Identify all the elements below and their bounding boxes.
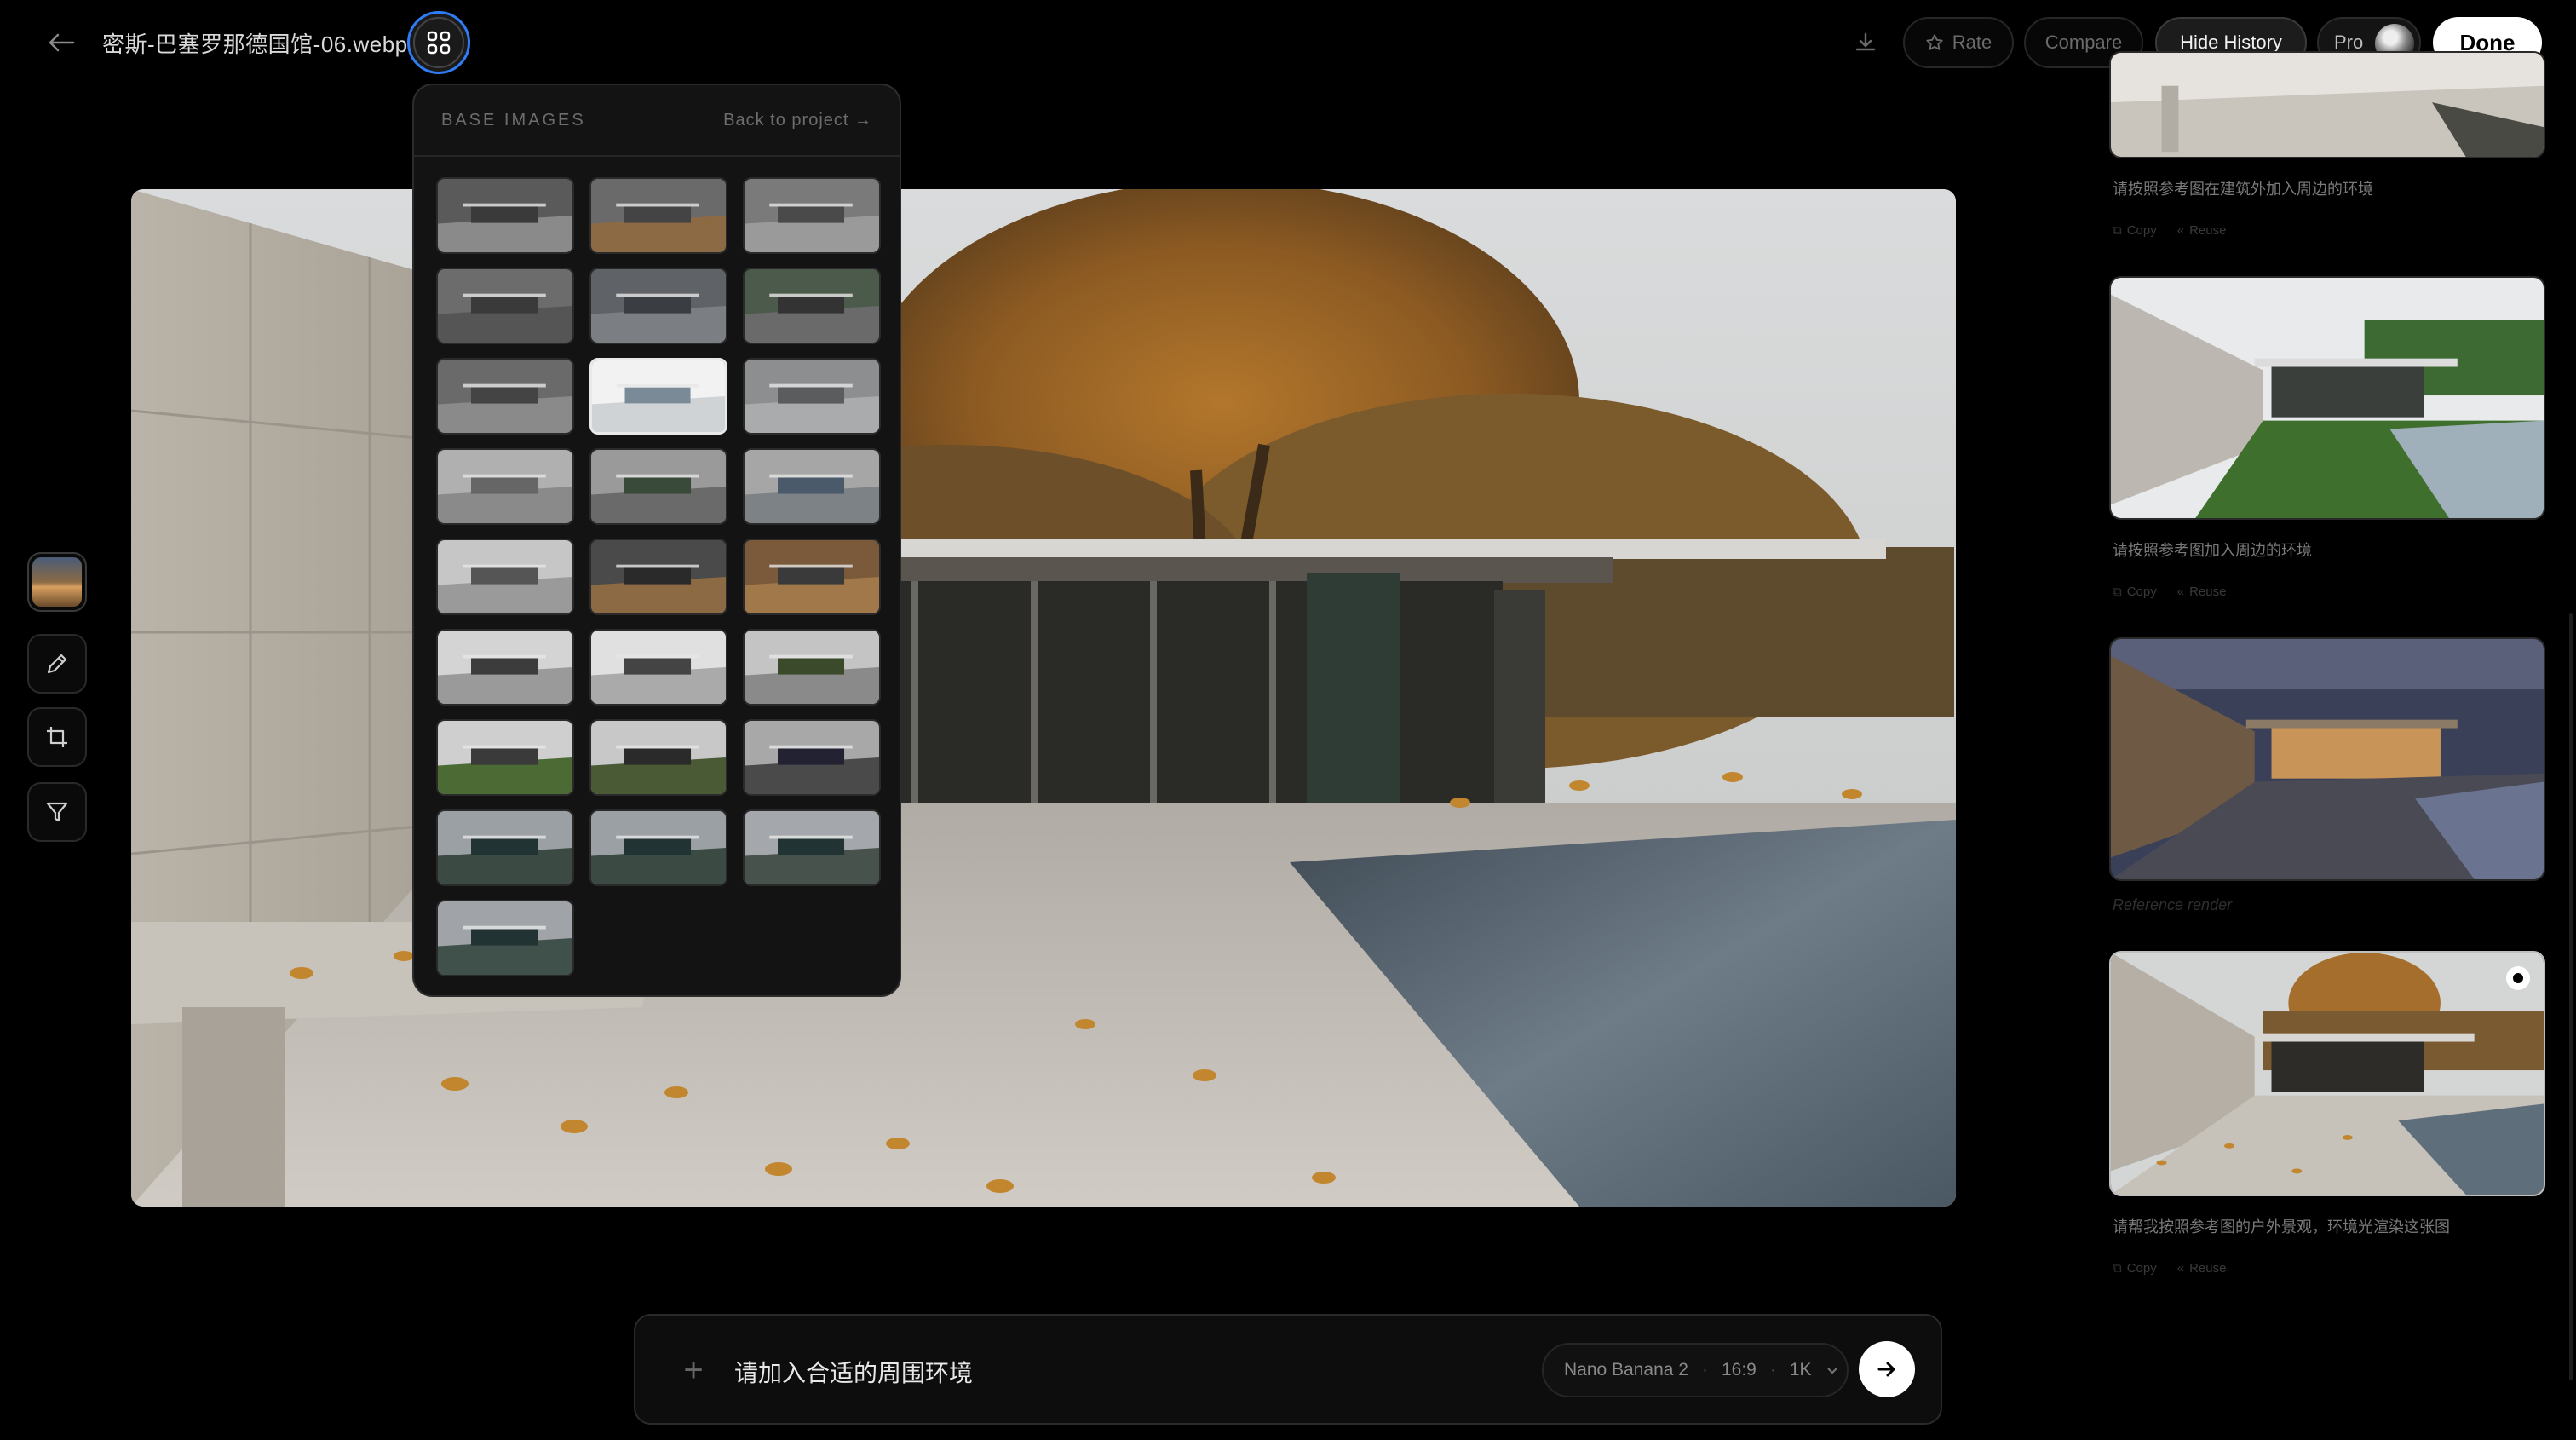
copy-button[interactable]: ⧉ Copy	[2113, 585, 2157, 599]
base-image-thumbnail[interactable]	[743, 629, 881, 706]
prompt-bar: + 请加入合适的周围环境 Nano Banana 2 · 16:9 · 1K	[634, 1314, 1942, 1425]
resolution: 1K	[1789, 1360, 1812, 1380]
base-image-thumbnail[interactable]	[589, 809, 727, 886]
base-image-thumbnail[interactable]	[436, 358, 574, 435]
base-image-thumbnail[interactable]	[743, 358, 881, 435]
base-image-thumbnail[interactable]	[743, 539, 881, 615]
panel-header: BASE IMAGES Back to project →	[414, 85, 900, 157]
base-image-thumbnail[interactable]	[743, 268, 881, 344]
pencil-icon	[47, 654, 67, 674]
aspect-ratio: 16:9	[1721, 1360, 1757, 1380]
reuse-button[interactable]: « Reuse	[2177, 1261, 2227, 1276]
grid-icon	[427, 31, 451, 55]
plus-icon[interactable]: +	[676, 1351, 710, 1389]
history-scrollbar[interactable]	[2569, 613, 2573, 1380]
base-image-thumbnail[interactable]	[589, 448, 727, 525]
chevron-down-icon	[1826, 1368, 1837, 1374]
main-render-image	[131, 189, 1956, 1207]
rate-label: Rate	[1952, 32, 1992, 53]
base-image-thumbnail[interactable]	[436, 268, 574, 344]
render-illustration	[131, 189, 1956, 1207]
base-image-thumbnail[interactable]	[743, 719, 881, 796]
base-image-thumbnail[interactable]	[589, 719, 727, 796]
file-name: 密斯-巴塞罗那德国馆-06.webp	[102, 32, 408, 57]
base-image-thumbnail[interactable]	[436, 719, 574, 796]
history-prompt-2: 请按照参考图加入周边的环境	[2113, 542, 2312, 559]
base-image-thumbnail[interactable]	[436, 448, 574, 525]
base-image-thumbnail[interactable]	[436, 900, 574, 976]
reuse-button[interactable]: « Reuse	[2177, 585, 2227, 599]
history-image-3[interactable]	[2109, 637, 2545, 881]
base-image-thumbnail[interactable]	[743, 177, 881, 254]
star-icon	[1926, 34, 1943, 50]
filter-tool-button[interactable]	[27, 782, 87, 842]
history-prompt-3: Reference render	[2113, 896, 2233, 913]
base-image-thumbnail[interactable]	[589, 629, 727, 706]
base-images-toggle-button[interactable]	[407, 11, 470, 74]
history-actions-4: ⧉ Copy « Reuse	[2113, 1261, 2226, 1276]
copy-button[interactable]: ⧉ Copy	[2113, 223, 2157, 238]
back-to-project-link[interactable]: Back to project →	[723, 111, 872, 130]
base-image-grid	[436, 177, 881, 976]
base-image-thumbnail[interactable]	[743, 448, 881, 525]
history-image-2[interactable]	[2109, 276, 2545, 520]
arrow-right-icon	[1877, 1362, 1895, 1377]
history-image-4-selected[interactable]	[2109, 951, 2545, 1196]
base-image-thumbnail[interactable]	[589, 539, 727, 615]
rate-button[interactable]: Rate	[1903, 17, 2014, 68]
prompt-input[interactable]: 请加入合适的周围环境	[734, 1355, 973, 1389]
selected-indicator	[2506, 966, 2530, 990]
base-image-thumbnail[interactable]	[436, 629, 574, 706]
base-image-thumbnail[interactable]	[436, 177, 574, 254]
crop-tool-button[interactable]	[27, 707, 87, 767]
history-actions-2: ⧉ Copy « Reuse	[2113, 585, 2226, 599]
model-name: Nano Banana 2	[1564, 1360, 1688, 1380]
copy-button[interactable]: ⧉ Copy	[2113, 1261, 2157, 1276]
edit-tool-button[interactable]	[27, 634, 87, 694]
image-thumbnail-tool[interactable]	[27, 552, 87, 612]
history-prompt-4: 请帮我按照参考图的户外景观，环境光渲染这张图	[2113, 1218, 2450, 1236]
history-actions-1: ⧉ Copy « Reuse	[2113, 223, 2226, 238]
compare-label: Compare	[2044, 32, 2123, 53]
separator: ·	[1769, 1360, 1776, 1380]
base-image-thumbnail[interactable]	[743, 809, 881, 886]
panel-title: BASE IMAGES	[441, 110, 586, 130]
crop-icon	[47, 727, 67, 747]
current-image-thumbnail	[32, 557, 82, 607]
base-image-thumbnail-selected[interactable]	[589, 358, 727, 435]
back-arrow-icon[interactable]	[41, 22, 82, 63]
send-button[interactable]	[1859, 1341, 1915, 1397]
base-images-panel: BASE IMAGES Back to project →	[412, 84, 901, 997]
base-image-thumbnail[interactable]	[589, 268, 727, 344]
base-image-thumbnail[interactable]	[589, 177, 727, 254]
history-image-1[interactable]	[2109, 51, 2545, 158]
base-image-thumbnail[interactable]	[436, 809, 574, 886]
filter-icon	[46, 802, 68, 822]
separator: ·	[1701, 1360, 1708, 1380]
download-icon[interactable]	[1847, 24, 1884, 61]
history-prompt-1: 请按照参考图在建筑外加入周边的环境	[2113, 181, 2373, 198]
reuse-button[interactable]: « Reuse	[2177, 223, 2227, 238]
model-settings-dropdown[interactable]: Nano Banana 2 · 16:9 · 1K	[1542, 1343, 1849, 1397]
base-image-thumbnail[interactable]	[436, 539, 574, 615]
